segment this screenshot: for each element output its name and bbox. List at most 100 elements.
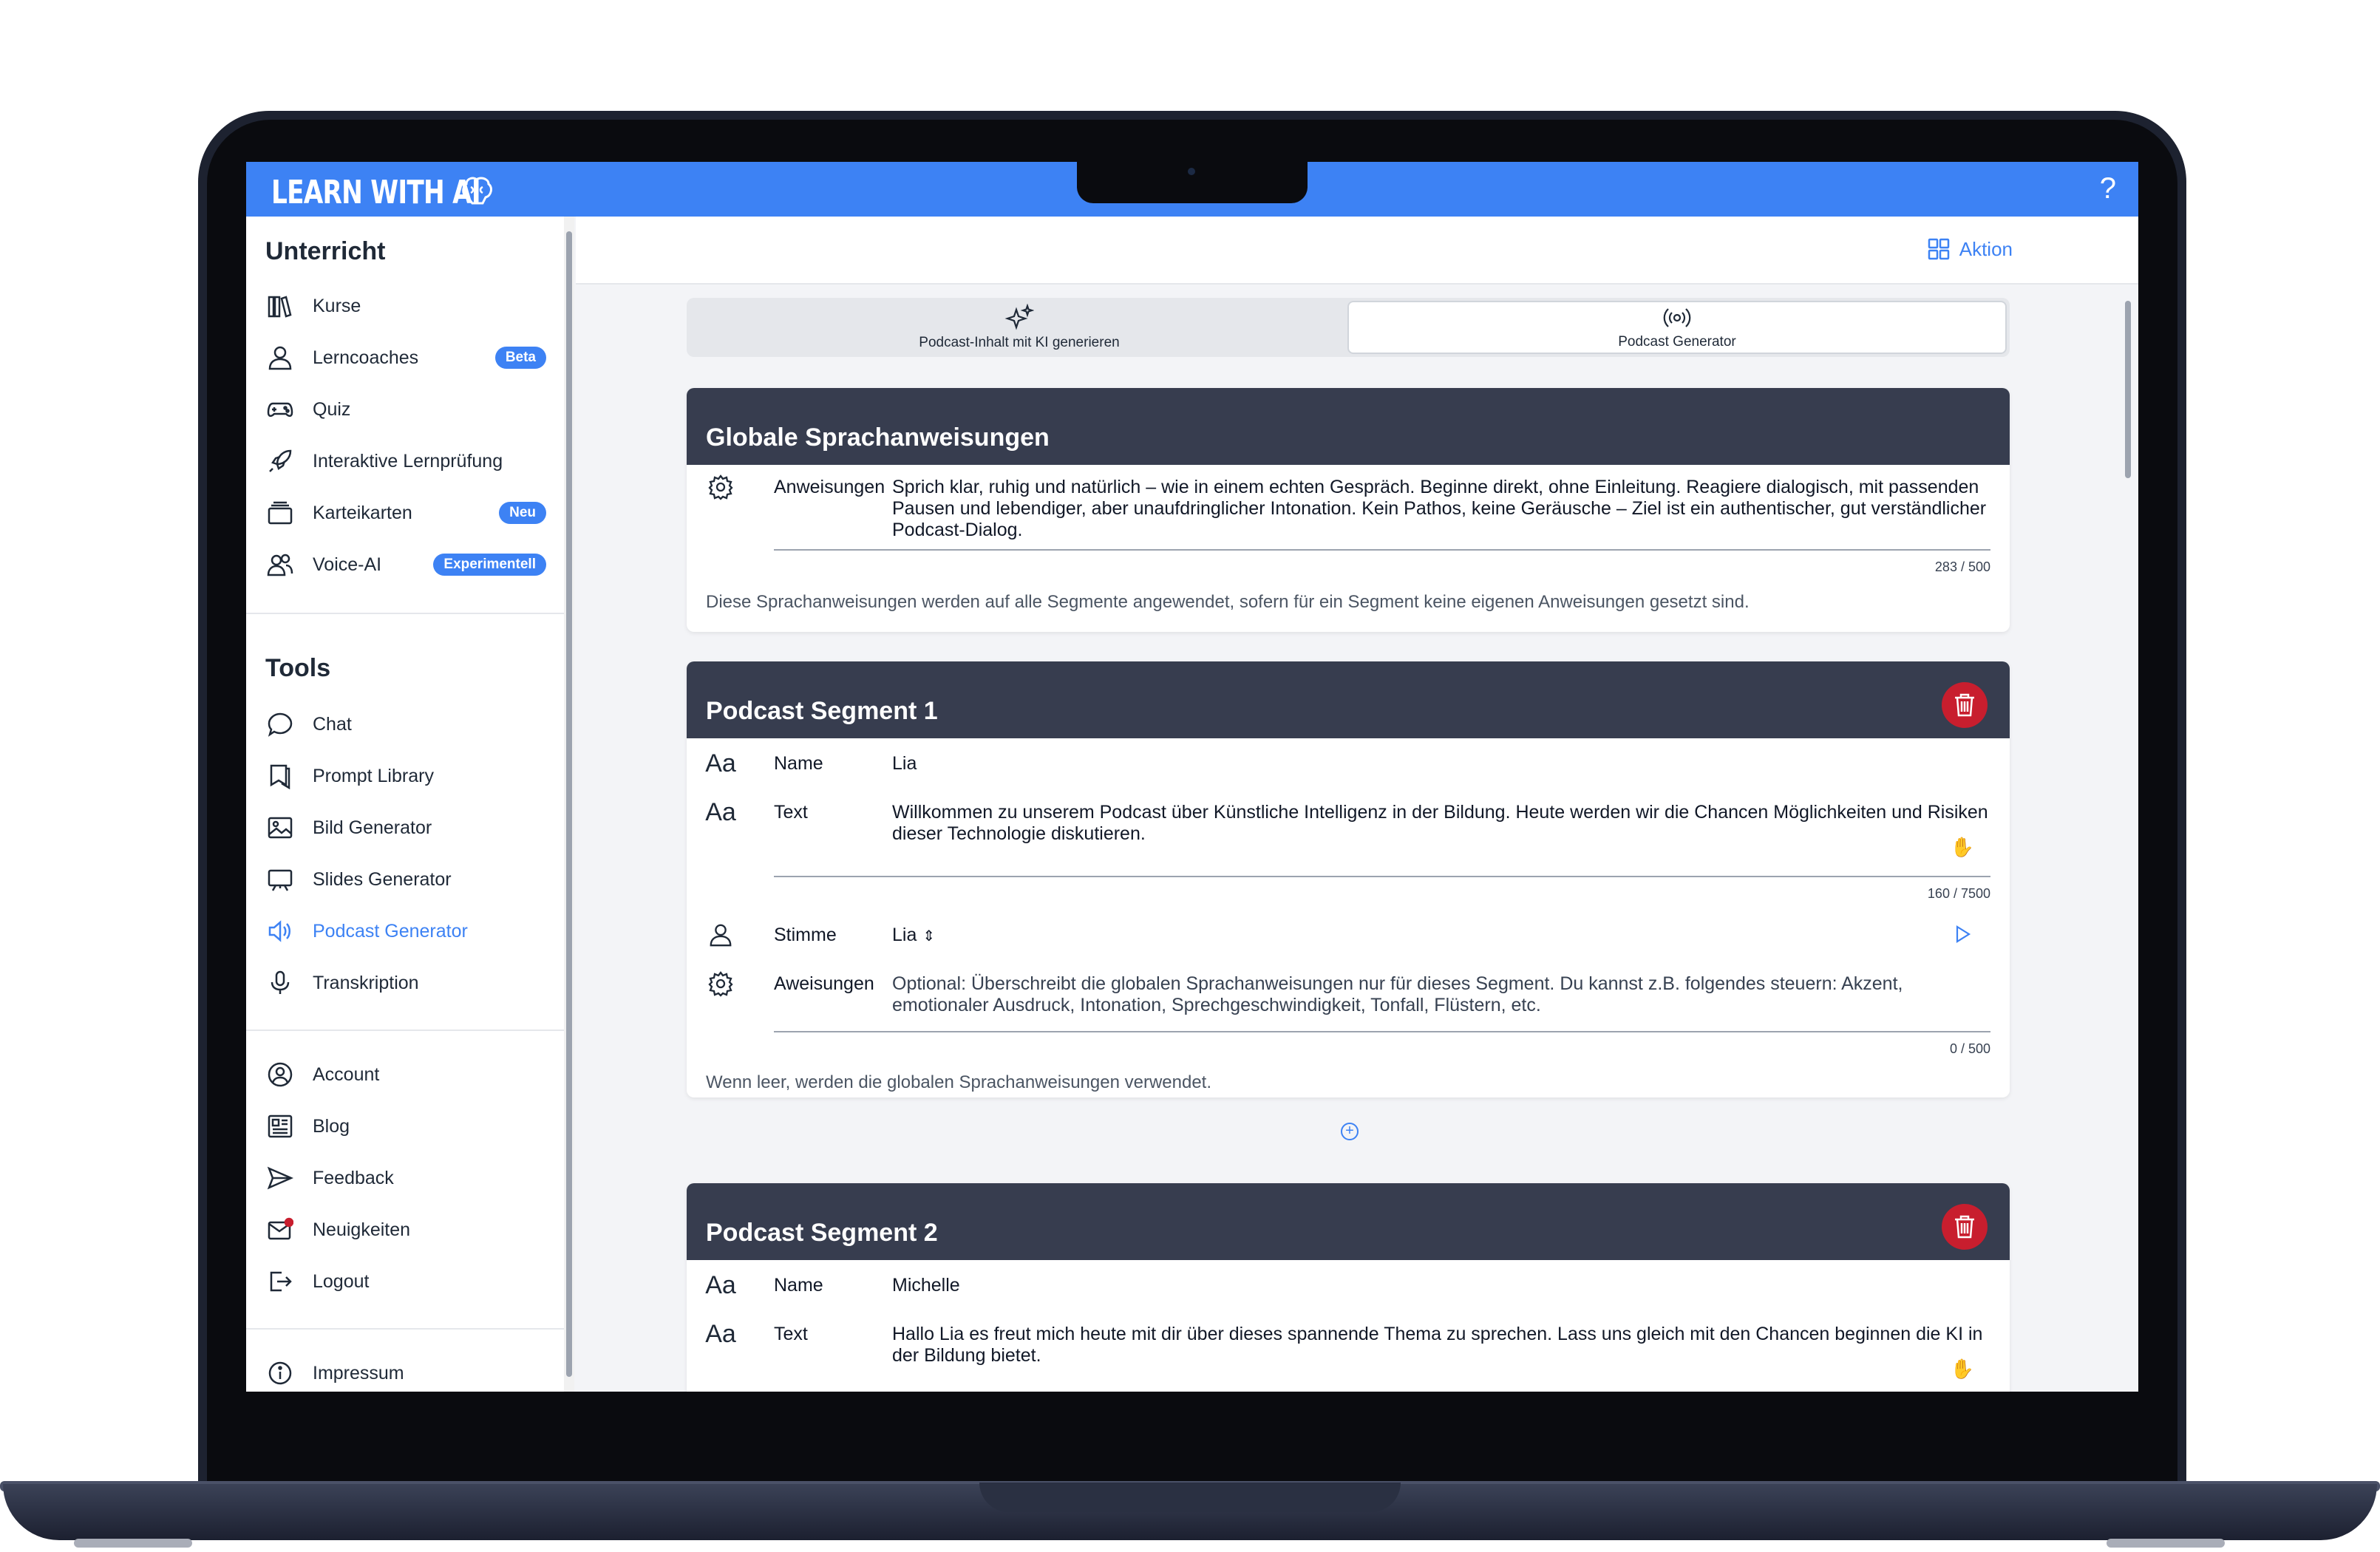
char-counter: 0 / 500 <box>1949 1041 1990 1056</box>
tab-podcast-generator[interactable]: Podcast Generator <box>1347 301 2007 354</box>
field-underline <box>774 549 1990 551</box>
main-scrollbar[interactable] <box>2122 286 2134 1392</box>
sidebar-item-prompt-library[interactable]: Prompt Library <box>265 758 546 794</box>
sidebar-item-podcast-generator[interactable]: Podcast Generator <box>265 913 546 950</box>
text-format-icon: Aa <box>705 1270 736 1299</box>
sidebar-item-chat[interactable]: Chat <box>265 706 546 743</box>
sidebar-item-label: Bild Generator <box>313 817 432 838</box>
select-arrows-icon: ⇕ <box>922 928 936 945</box>
experimentell-badge: Experimentell <box>433 554 546 576</box>
drag-handle-icon[interactable]: ✋ <box>1951 1358 1974 1381</box>
sidebar-item-lerncoaches[interactable]: Lerncoaches Beta <box>265 339 546 376</box>
field-underline <box>774 1031 1990 1032</box>
sidebar-item-impressum[interactable]: Impressum <box>265 1355 546 1392</box>
rocket-icon <box>265 446 295 476</box>
global-instructions-row: Anweisungen Sprich klar, ruhig und natür… <box>706 474 1990 543</box>
section-title-unterricht: Unterricht <box>265 237 386 265</box>
gear-icon <box>706 969 735 998</box>
drag-handle-icon[interactable]: ✋ <box>1951 836 1974 859</box>
text-field[interactable]: Willkommen zu unserem Podcast über Künst… <box>892 802 1990 845</box>
sidebar-item-label: Quiz <box>313 398 351 420</box>
logout-icon <box>265 1267 295 1296</box>
name-field[interactable]: Lia <box>892 753 1990 775</box>
voice-row: Stimme Lia ⇕ <box>706 924 1990 951</box>
segment-instructions-field[interactable]: Optional: Überschreibt die globalen Spra… <box>892 973 1990 1016</box>
gear-icon <box>706 472 735 502</box>
laptop-hinge-groove <box>979 1483 1401 1512</box>
play-icon <box>1956 925 1971 943</box>
main-header: Aktion <box>576 217 2138 285</box>
sidebar-item-lernpruefung[interactable]: Interaktive Lernprüfung <box>265 443 546 480</box>
text-row: Aa Text Hallo Lia es freut mich heute mi… <box>705 1320 1990 1375</box>
field-label: Stimme <box>774 925 837 945</box>
name-field[interactable]: Michelle <box>892 1275 1990 1296</box>
delete-segment-button[interactable] <box>1942 1204 1988 1250</box>
section-title-tools: Tools <box>265 654 331 682</box>
name-row: Aa Name Lia <box>705 749 1990 780</box>
sidebar-item-bild-generator[interactable]: Bild Generator <box>265 809 546 846</box>
chat-icon <box>265 709 295 739</box>
aktion-button[interactable]: Aktion <box>1927 237 2013 261</box>
field-underline <box>774 876 1990 877</box>
sidebar-item-label: Kurse <box>313 295 361 316</box>
global-instructions-card: Globale Sprachanweisungen Anweisungen Sp… <box>687 388 2010 632</box>
sidebar-item-neuigkeiten[interactable]: Neuigkeiten <box>265 1211 546 1248</box>
divider <box>246 613 565 614</box>
sidebar-item-account[interactable]: Account <box>265 1056 546 1093</box>
voice-select[interactable]: Lia ⇕ <box>892 925 1990 947</box>
sidebar-item-label: Voice-AI <box>313 554 382 575</box>
app-logo[interactable]: LEARN WITH AI <box>271 174 481 211</box>
sidebar-item-karteikarten[interactable]: Karteikarten Neu <box>265 494 546 531</box>
grid-icon <box>1928 238 1949 260</box>
delete-segment-button[interactable] <box>1942 682 1988 728</box>
send-icon <box>265 1163 295 1193</box>
text-field[interactable]: Hallo Lia es freut mich heute mit dir üb… <box>892 1324 1990 1366</box>
sidebar-scrollbar[interactable] <box>564 217 574 1392</box>
helper-text: Diese Sprachanweisungen werden auf alle … <box>706 592 1750 612</box>
sidebar-item-quiz[interactable]: Quiz <box>265 391 546 428</box>
voice-value: Lia <box>892 925 917 945</box>
add-segment-button[interactable]: + <box>1341 1123 1359 1140</box>
trash-icon <box>1955 693 1974 717</box>
segment-card: Podcast Segment 2 Aa Name Michelle Aa Te… <box>687 1183 2010 1392</box>
trash-icon <box>1955 1215 1974 1239</box>
sidebar-item-transkription[interactable]: Transkription <box>265 964 546 1001</box>
sidebar-item-label: Transkription <box>313 972 419 993</box>
beta-badge: Beta <box>494 347 546 369</box>
screen: LEARN WITH AI ? Unterricht Kurse Lerncoa… <box>246 162 2138 1392</box>
char-counter: 283 / 500 <box>1934 559 1990 574</box>
sidebar-item-slides-generator[interactable]: Slides Generator <box>265 861 546 898</box>
sidebar-item-logout[interactable]: Logout <box>265 1263 546 1300</box>
sidebar-item-label: Logout <box>313 1270 370 1292</box>
sidebar-item-label: Lerncoaches <box>313 347 419 368</box>
segment-instructions-row: Aweisungen Optional: Überschreibt die gl… <box>706 971 1990 1025</box>
person-icon <box>706 920 735 950</box>
sidebar-scroll-thumb[interactable] <box>566 231 572 1377</box>
sidebar-item-label: Interaktive Lernprüfung <box>313 450 503 472</box>
char-counter: 160 / 7500 <box>1927 886 1990 901</box>
bookmark-icon <box>265 761 295 791</box>
divider <box>246 1328 565 1330</box>
field-label: Aweisungen <box>774 973 874 994</box>
sidebar-item-label: Account <box>313 1063 380 1085</box>
sparkles-icon <box>1004 304 1034 330</box>
sidebar-item-label: Feedback <box>313 1167 394 1188</box>
neu-badge: Neu <box>499 502 546 524</box>
helper-text: Wenn leer, werden die globalen Sprachanw… <box>706 1072 1212 1092</box>
text-row: Aa Text Willkommen zu unserem Podcast üb… <box>705 798 1990 854</box>
tab-ki-generieren[interactable]: Podcast-Inhalt mit KI generieren <box>690 301 1349 354</box>
main-scroll-thumb[interactable] <box>2125 301 2131 478</box>
sidebar-item-feedback[interactable]: Feedback <box>265 1160 546 1197</box>
sidebar-item-kurse[interactable]: Kurse <box>265 287 546 324</box>
global-instructions-field[interactable]: Sprich klar, ruhig und natürlich – wie i… <box>892 477 1990 541</box>
sidebar-item-label: Chat <box>313 713 352 735</box>
sidebar-item-blog[interactable]: Blog <box>265 1108 546 1145</box>
sidebar-item-voice-ai[interactable]: Voice-AI Experimentell <box>265 546 546 583</box>
camera-icon <box>1188 168 1195 175</box>
laptop-foot-left <box>74 1539 192 1548</box>
play-voice-button[interactable] <box>1954 925 1971 947</box>
field-label: Name <box>774 753 823 774</box>
text-format-icon: Aa <box>705 1319 736 1348</box>
help-button[interactable]: ? <box>2100 172 2116 205</box>
tab-label: Podcast Generator <box>1618 334 1736 350</box>
